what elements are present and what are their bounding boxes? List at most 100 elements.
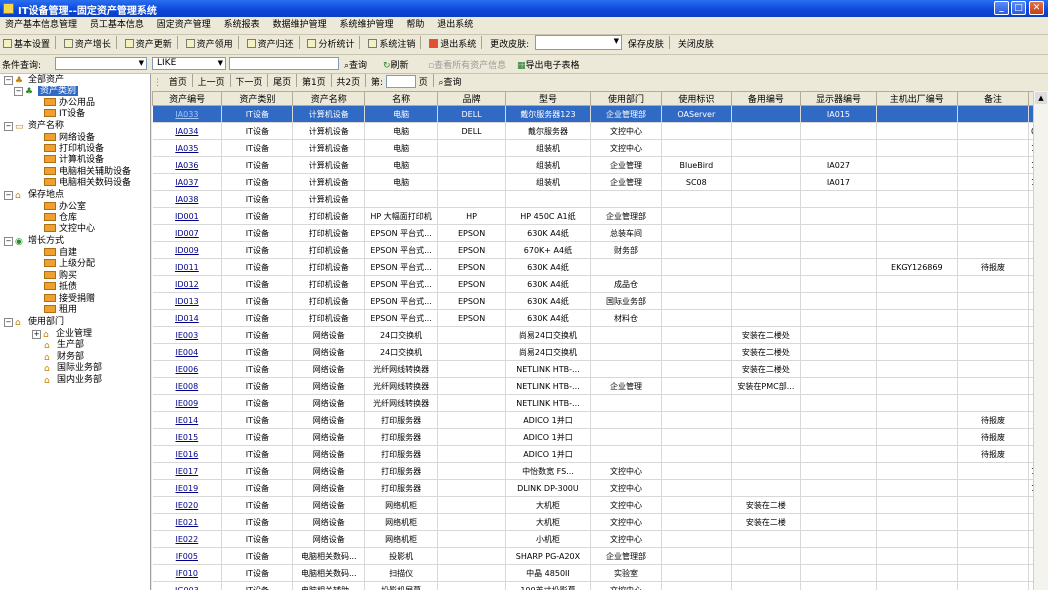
minimize-button[interactable]: _ (994, 1, 1009, 15)
table-row[interactable]: IE009 IT设备 网络设备 光纤网线转换器 NETLINK HTB-... (152, 394, 1048, 412)
query-button[interactable]: ⌕查询 (344, 58, 367, 71)
asset-code-link[interactable]: ID011 (152, 258, 223, 276)
skin-select[interactable]: ▼ (535, 35, 623, 50)
column-header[interactable]: 资产编号 (152, 91, 223, 106)
asset-code-link[interactable]: IE015 (152, 428, 223, 446)
table-row[interactable]: ID011 IT设备 打印机设备 EPSON 平台式... EPSON 630K A4纸 E… (152, 258, 1048, 276)
tree-item-doc-center[interactable]: 文控中心 (44, 224, 95, 235)
asset-code-link[interactable]: IE009 (152, 394, 223, 412)
tree-node-location[interactable]: − ⌂ 保存地点 (4, 190, 64, 201)
tree-node-growth[interactable]: − ◉ 增长方式 (4, 236, 64, 247)
tree-item-aux-devices[interactable]: 电脑相关辅助设备 (44, 167, 131, 178)
asset-code-link[interactable]: IE020 (152, 496, 223, 514)
asset-code-link[interactable]: ID007 (152, 224, 223, 242)
tree-item-production[interactable]: ⌂ 生产部 (44, 340, 84, 351)
tree-item-domestic-business[interactable]: ⌂ 国内业务部 (44, 375, 102, 386)
menu-fixed-asset[interactable]: 固定资产管理 (152, 17, 216, 34)
menu-help[interactable]: 帮助 (401, 17, 429, 34)
table-row[interactable]: IA035IT设备计算机设备电脑组装机文控中心19 (152, 139, 1048, 157)
table-row[interactable]: ID007 IT设备 打印机设备 EPSON 平台式... EPSON 630K A4纸总… (152, 224, 1048, 242)
last-page-button[interactable]: 尾页 (273, 75, 291, 91)
table-row[interactable]: IE016 IT设备 网络设备 打印服务器 ADICO 1并口 待报废 (152, 445, 1048, 463)
tree-item-office[interactable]: 办公室 (44, 202, 86, 213)
asset-code-link[interactable]: ID009 (152, 241, 223, 259)
menu-reports[interactable]: 系统报表 (219, 17, 265, 34)
table-row[interactable]: IE019IT设备网络设备打印服务器DLINK DP-300U文控中心19 (152, 479, 1048, 497)
tree-node-category[interactable]: − ♣ 资产类别 (14, 86, 79, 97)
close-skin-button[interactable]: 关闭皮肤 (675, 36, 717, 55)
collapse-icon[interactable]: − (4, 318, 13, 327)
collapse-icon[interactable]: − (4, 237, 13, 246)
tree-item-lease[interactable]: 租用 (44, 305, 77, 316)
asset-code-link[interactable]: IE006 (152, 360, 223, 378)
asset-code-link[interactable]: IE014 (152, 411, 223, 429)
asset-code-link[interactable]: IG003 (152, 581, 223, 590)
table-row[interactable]: IG003 IT设备 电脑相关辅助... 投影机屏幕 100英寸投影幕 文控中心 (152, 581, 1048, 590)
column-header[interactable]: 显示器编号 (800, 91, 877, 106)
logout-button[interactable]: 系统注销 (365, 36, 418, 55)
first-page-button[interactable]: 首页 (169, 75, 187, 91)
table-row[interactable]: ID013 IT设备 打印机设备 EPSON 平台式... EPSON 630K A4纸国… (152, 292, 1048, 310)
close-button[interactable]: ✕ (1029, 1, 1044, 15)
table-row[interactable]: IE003 IT设备 网络设备 24口交换机 尚易24口交换机 安装在二楼处 (152, 326, 1048, 344)
tree-node-name[interactable]: − ▭ 资产名称 (4, 121, 64, 132)
table-row[interactable]: IE021 IT设备 网络设备 网络机柜 大机柜 文控中心 安装在二楼 (152, 513, 1048, 531)
column-header[interactable]: 资产类别 (221, 91, 294, 106)
column-header[interactable]: 备用编号 (730, 91, 802, 106)
asset-code-link[interactable]: IE004 (152, 343, 223, 361)
tree-item-finance[interactable]: ⌂ 财务部 (44, 352, 84, 363)
page-number-input[interactable] (385, 75, 416, 88)
column-header[interactable]: 名称 (364, 91, 438, 106)
maximize-button[interactable]: □ (1011, 1, 1026, 15)
tree-item-it-equipment[interactable]: IT设备 (44, 109, 85, 120)
menu-system-maintenance[interactable]: 系统维护管理 (334, 17, 398, 34)
expand-icon[interactable]: + (32, 330, 41, 339)
table-row[interactable]: IA037IT设备计算机设备电脑组装机企业管理SC08IA01719 (152, 173, 1048, 191)
table-row[interactable]: IE020 IT设备 网络设备 网络机柜 大机柜 文控中心 安装在二楼 (152, 496, 1048, 514)
table-row[interactable]: IE014 IT设备 网络设备 打印服务器 ADICO 1并口 待报废 (152, 411, 1048, 429)
refresh-button[interactable]: ↻刷新 (383, 58, 409, 71)
table-row[interactable]: IE017IT设备网络设备打印服务器中怡数宽 FS...文控中心19 (152, 462, 1048, 480)
asset-return-button[interactable]: 资产归还 (244, 36, 297, 55)
asset-code-link[interactable]: IA037 (152, 173, 223, 191)
save-skin-button[interactable]: 保存皮肤 (625, 36, 667, 55)
tree-item-warehouse[interactable]: 仓库 (44, 213, 77, 224)
column-header[interactable]: 资产名称 (292, 91, 366, 106)
asset-code-link[interactable]: ID001 (152, 207, 223, 225)
tree-item-enterprise-mgmt[interactable]: + ⌂ 企业管理 (32, 329, 92, 340)
asset-code-link[interactable]: IE008 (152, 377, 223, 395)
menu-exit[interactable]: 退出系统 (432, 17, 478, 34)
search-input[interactable] (229, 57, 339, 70)
table-row[interactable]: ID009 IT设备 打印机设备 EPSON 平台式... EPSON 670K+ A4纸… (152, 241, 1048, 259)
table-row[interactable]: IE022 IT设备 网络设备 网络机柜 小机柜 文控中心 (152, 530, 1048, 548)
basic-settings-button[interactable]: 基本设置 (0, 36, 53, 55)
table-row[interactable]: IF010 IT设备 电脑相关数码... 扫描仪 中晶 4850II 实验室 (152, 564, 1048, 582)
view-all-assets-button[interactable]: ▫查看所有资产信息 (428, 58, 506, 71)
tree-item-purchase[interactable]: 购买 (44, 271, 77, 282)
asset-update-button[interactable]: 资产更新 (122, 36, 175, 55)
asset-code-link[interactable]: IF010 (152, 564, 223, 582)
asset-code-link[interactable]: ID013 (152, 292, 223, 310)
asset-code-link[interactable]: ID014 (152, 309, 223, 327)
column-header[interactable]: 使用部门 (589, 91, 663, 106)
tree-root[interactable]: − ♣ 全部资产 (4, 75, 64, 86)
tree-item-digital-devices[interactable]: 电脑相关数码设备 (44, 178, 131, 189)
table-row[interactable]: IA036IT设备计算机设备电脑组装机企业管理BlueBirdIA02719 (152, 156, 1048, 174)
column-header[interactable]: 主机出厂编号 (875, 91, 959, 106)
table-row[interactable]: IE008 IT设备 网络设备 光纤网线转换器 NETLINK HTB-... 企业管理 安… (152, 377, 1048, 395)
asset-code-link[interactable]: IE021 (152, 513, 223, 531)
tree-item-network[interactable]: 网络设备 (44, 133, 95, 144)
table-row[interactable]: IE004 IT设备 网络设备 24口交换机 尚易24口交换机 安装在二楼处 (152, 343, 1048, 361)
tree-item-office-supplies[interactable]: 办公用品 (44, 98, 95, 109)
collapse-icon[interactable]: − (4, 191, 13, 200)
vertical-scrollbar[interactable]: ▲ (1033, 91, 1048, 590)
table-row[interactable]: IE006 IT设备 网络设备 光纤网线转换器 NETLINK HTB-... 安装在二楼… (152, 360, 1048, 378)
tree-item-printer[interactable]: 打印机设备 (44, 144, 104, 155)
asset-code-link[interactable]: IE019 (152, 479, 223, 497)
asset-code-link[interactable]: IF005 (152, 547, 223, 565)
page-query-button[interactable]: ⌕查询 (438, 75, 461, 91)
table-row[interactable]: ID001 IT设备 打印机设备 HP 大幅面打印机 HP HP 450C A1纸 企业管理… (152, 207, 1048, 225)
asset-code-link[interactable]: IA034 (152, 122, 223, 140)
column-header[interactable]: 使用标识 (661, 91, 732, 106)
tree-node-dept[interactable]: − ⌂ 使用部门 (4, 317, 64, 328)
